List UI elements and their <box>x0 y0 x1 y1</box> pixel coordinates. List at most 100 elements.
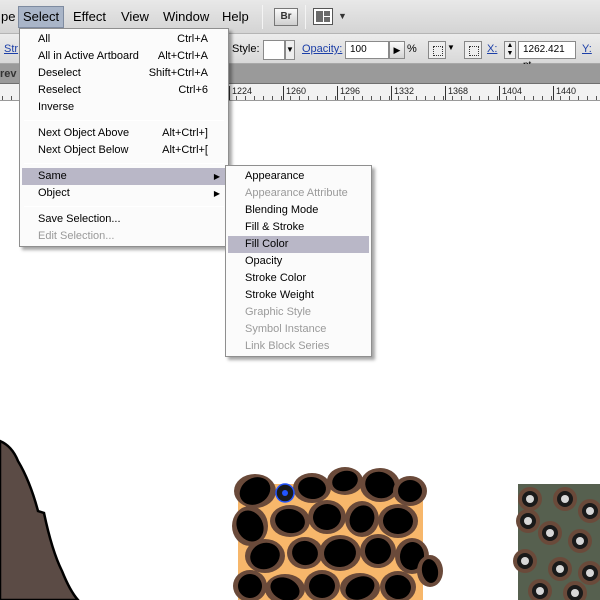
menu-item-label: Deselect <box>38 67 81 79</box>
ruler-minor-tick <box>587 96 588 100</box>
ruler-minor-tick <box>245 96 246 100</box>
submenu-item-stroke-color[interactable]: Stroke Color <box>228 270 369 287</box>
ruler-minor-tick <box>398 96 399 100</box>
ruler-minor-tick <box>425 96 426 100</box>
menu-item-label: Reselect <box>38 84 81 96</box>
x-position-input[interactable]: 1262.421 pt <box>518 41 576 71</box>
arrange-documents-icon[interactable] <box>313 8 333 25</box>
menu-item-inverse[interactable]: Inverse <box>22 99 226 116</box>
green-spot-highlight <box>576 537 584 545</box>
chevron-down-icon[interactable]: ▼ <box>338 11 347 21</box>
chevron-down-icon[interactable]: ▼ <box>447 43 455 52</box>
submenu-item-appearance-attribute: Appearance Attribute <box>245 187 348 199</box>
ruler-minor-tick <box>380 96 381 100</box>
submenu-item-fill-stroke[interactable]: Fill & Stroke <box>228 219 369 236</box>
stroke-link[interactable]: Str <box>4 43 18 55</box>
ruler-minor-tick <box>461 96 462 100</box>
menu-item-shortcut: Alt+Ctrl+A <box>157 50 208 62</box>
ruler-minor-tick <box>452 96 453 100</box>
submenu-item-graphic-style: Graphic Style <box>245 306 312 318</box>
menu-item-edit-selection: Edit Selection... <box>22 228 226 245</box>
menu-item-label: Next Object Below <box>38 144 129 156</box>
menu-item-object[interactable]: Object ▶ <box>22 185 226 202</box>
opacity-link[interactable]: Opacity: <box>302 43 342 55</box>
green-spot-highlight <box>586 569 594 577</box>
ruler-minor-tick <box>389 96 390 100</box>
ruler-minor-tick <box>542 96 543 100</box>
same-submenu: Appearance Appearance Attribute Blending… <box>225 165 372 357</box>
menu-item-label: Inverse <box>38 101 75 113</box>
menu-separator <box>24 163 224 164</box>
menu-item-shortcut: Alt+Ctrl+[ <box>162 144 208 156</box>
submenu-item-stroke-weight[interactable]: Stroke Weight <box>228 287 369 304</box>
ruler-minor-tick <box>578 96 579 100</box>
ruler-minor-tick <box>371 96 372 100</box>
menu-item-label: Same <box>38 170 67 182</box>
menu-item-label: Next Object Above <box>38 127 130 139</box>
menu-item-save-selection[interactable]: Save Selection... <box>22 211 226 228</box>
green-spot-highlight <box>561 495 569 503</box>
x-link[interactable]: X: <box>487 43 497 55</box>
menu-item-next-object-above[interactable]: Next Object Above Alt+Ctrl+] <box>22 125 226 142</box>
opacity-unit: % <box>407 43 417 55</box>
menu-item-next-object-below[interactable]: Next Object Below Alt+Ctrl+[ <box>22 142 226 159</box>
ruler-minor-tick <box>281 96 282 100</box>
rock-shape <box>0 439 80 600</box>
opacity-arrow-button[interactable]: ▶ <box>389 41 405 59</box>
ruler-minor-tick <box>290 96 291 100</box>
menu-item-shortcut: Alt+Ctrl+] <box>162 127 208 139</box>
transform-reference-icon[interactable] <box>464 41 482 59</box>
ruler-minor-tick <box>272 96 273 100</box>
select-menu-dropdown: All Ctrl+A All in Active Artboard Alt+Ctrl… <box>19 28 229 247</box>
ruler-minor-tick <box>416 96 417 100</box>
ruler-tick: 1224 <box>229 86 252 100</box>
ruler-minor-tick <box>362 96 363 100</box>
menu-item-shortcut: Shift+Ctrl+A <box>148 67 208 79</box>
submenu-item-blending-mode[interactable]: Blending Mode <box>228 202 369 219</box>
ruler-minor-tick <box>353 96 354 100</box>
ruler-minor-tick <box>479 96 480 100</box>
menu-view[interactable]: View <box>117 6 153 28</box>
ruler-minor-tick <box>335 96 336 100</box>
ruler-minor-tick <box>443 96 444 100</box>
menu-help[interactable]: Help <box>218 6 253 28</box>
submenu-item-symbol-instance: Symbol Instance <box>245 323 327 335</box>
menu-item-label: All in Active Artboard <box>38 50 139 62</box>
menu-effect[interactable]: Effect <box>69 6 110 28</box>
ruler-minor-tick <box>263 96 264 100</box>
menu-select[interactable]: Select <box>18 6 65 28</box>
menu-window[interactable]: Window <box>159 6 213 28</box>
menu-item-all-in-active-artboard[interactable]: All in Active Artboard Alt+Ctrl+A <box>22 48 226 65</box>
menu-type-partial[interactable]: pe <box>0 6 19 28</box>
green-spot-highlight <box>546 529 554 537</box>
menu-item-shortcut: Ctrl+6 <box>178 84 208 96</box>
ruler-minor-tick <box>344 96 345 100</box>
ruler-minor-tick <box>2 96 3 100</box>
x-stepper[interactable]: ▲ ▼ <box>504 41 516 59</box>
menu-item-deselect[interactable]: Deselect Shift+Ctrl+A <box>22 65 226 82</box>
submenu-item-fill-color[interactable]: Fill Color <box>228 236 369 253</box>
submenu-arrow-icon: ▶ <box>213 172 220 181</box>
ruler-minor-tick <box>488 96 489 100</box>
submenu-item-appearance[interactable]: Appearance <box>228 168 369 185</box>
submenu-item-opacity[interactable]: Opacity <box>228 253 369 270</box>
ruler-minor-tick <box>596 96 597 100</box>
ruler-minor-tick <box>308 96 309 100</box>
y-link[interactable]: Y: <box>582 43 592 55</box>
bridge-button[interactable]: Br <box>274 8 298 26</box>
align-icon[interactable] <box>428 41 446 59</box>
menu-item-same[interactable]: Same ▶ <box>22 168 226 185</box>
style-dropdown-arrow[interactable]: ▼ <box>285 40 295 60</box>
menu-separator <box>24 120 224 121</box>
opacity-input[interactable]: 100 <box>345 41 389 59</box>
document-tab[interactable]: rev <box>0 68 17 80</box>
menu-item-label: Edit Selection... <box>38 230 115 242</box>
menu-item-all[interactable]: All Ctrl+A <box>22 31 226 48</box>
ruler-minor-tick <box>236 96 237 100</box>
ruler-minor-tick <box>434 96 435 100</box>
toolbar-separator <box>305 5 306 29</box>
ruler-minor-tick <box>326 96 327 100</box>
style-swatch[interactable] <box>263 40 285 60</box>
ruler-tick: 1296 <box>337 86 360 100</box>
menu-item-reselect[interactable]: Reselect Ctrl+6 <box>22 82 226 99</box>
